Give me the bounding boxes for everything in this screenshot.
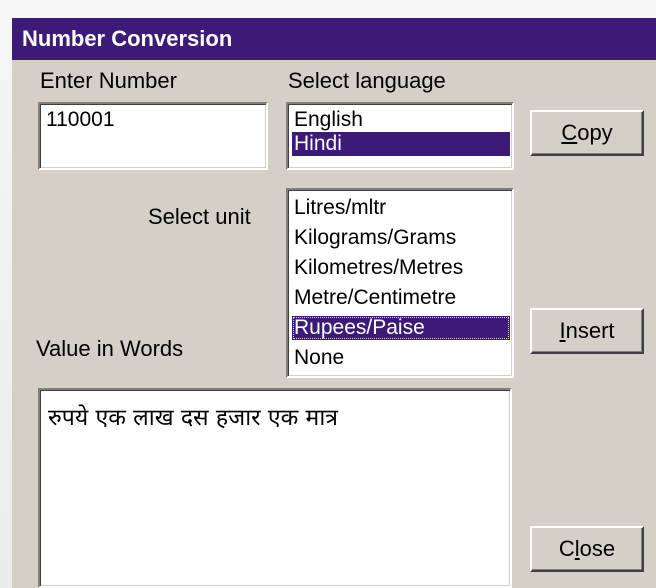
close-rest: ose (579, 536, 616, 561)
enter-number-label: Enter Number (40, 68, 177, 93)
insert-rest: nsert (565, 318, 615, 343)
title-bar: Number Conversion (12, 18, 656, 60)
number-input-value: 110001 (46, 108, 115, 131)
unit-option-litres[interactable]: Litres/mltr (292, 196, 510, 220)
value-in-words-text: रुपये एक लाख दस हजार एक मात्र (48, 405, 338, 431)
value-in-words-textarea[interactable]: रुपये एक लाख दस हजार एक मात्र (38, 388, 512, 588)
unit-option-metre[interactable]: Metre/Centimetre (292, 286, 510, 310)
value-in-words-label: Value in Words (36, 336, 184, 361)
close-button[interactable]: Close (530, 526, 644, 572)
copy-button[interactable]: Copy (530, 110, 644, 156)
number-input[interactable]: 110001 (38, 102, 268, 170)
language-listbox[interactable]: English Hindi (286, 102, 514, 170)
unit-option-rupees[interactable]: Rupees/Paise (292, 316, 510, 340)
unit-option-kilometres[interactable]: Kilometres/Metres (292, 256, 510, 280)
copy-rest: opy (577, 120, 613, 145)
insert-button[interactable]: Insert (530, 308, 644, 354)
language-option-english[interactable]: English (292, 108, 510, 132)
copy-accel: C (561, 120, 578, 145)
unit-listbox[interactable]: Litres/mltr Kilograms/Grams Kilometres/M… (286, 188, 514, 378)
close-pre: C (558, 536, 575, 561)
select-unit-label: Select unit (148, 204, 251, 229)
unit-option-none[interactable]: None (292, 346, 510, 370)
language-option-hindi[interactable]: Hindi (292, 132, 510, 156)
unit-option-kilograms[interactable]: Kilograms/Grams (292, 226, 510, 250)
number-conversion-dialog: Number Conversion Enter Number Select la… (12, 18, 656, 588)
select-language-label: Select language (288, 68, 446, 93)
